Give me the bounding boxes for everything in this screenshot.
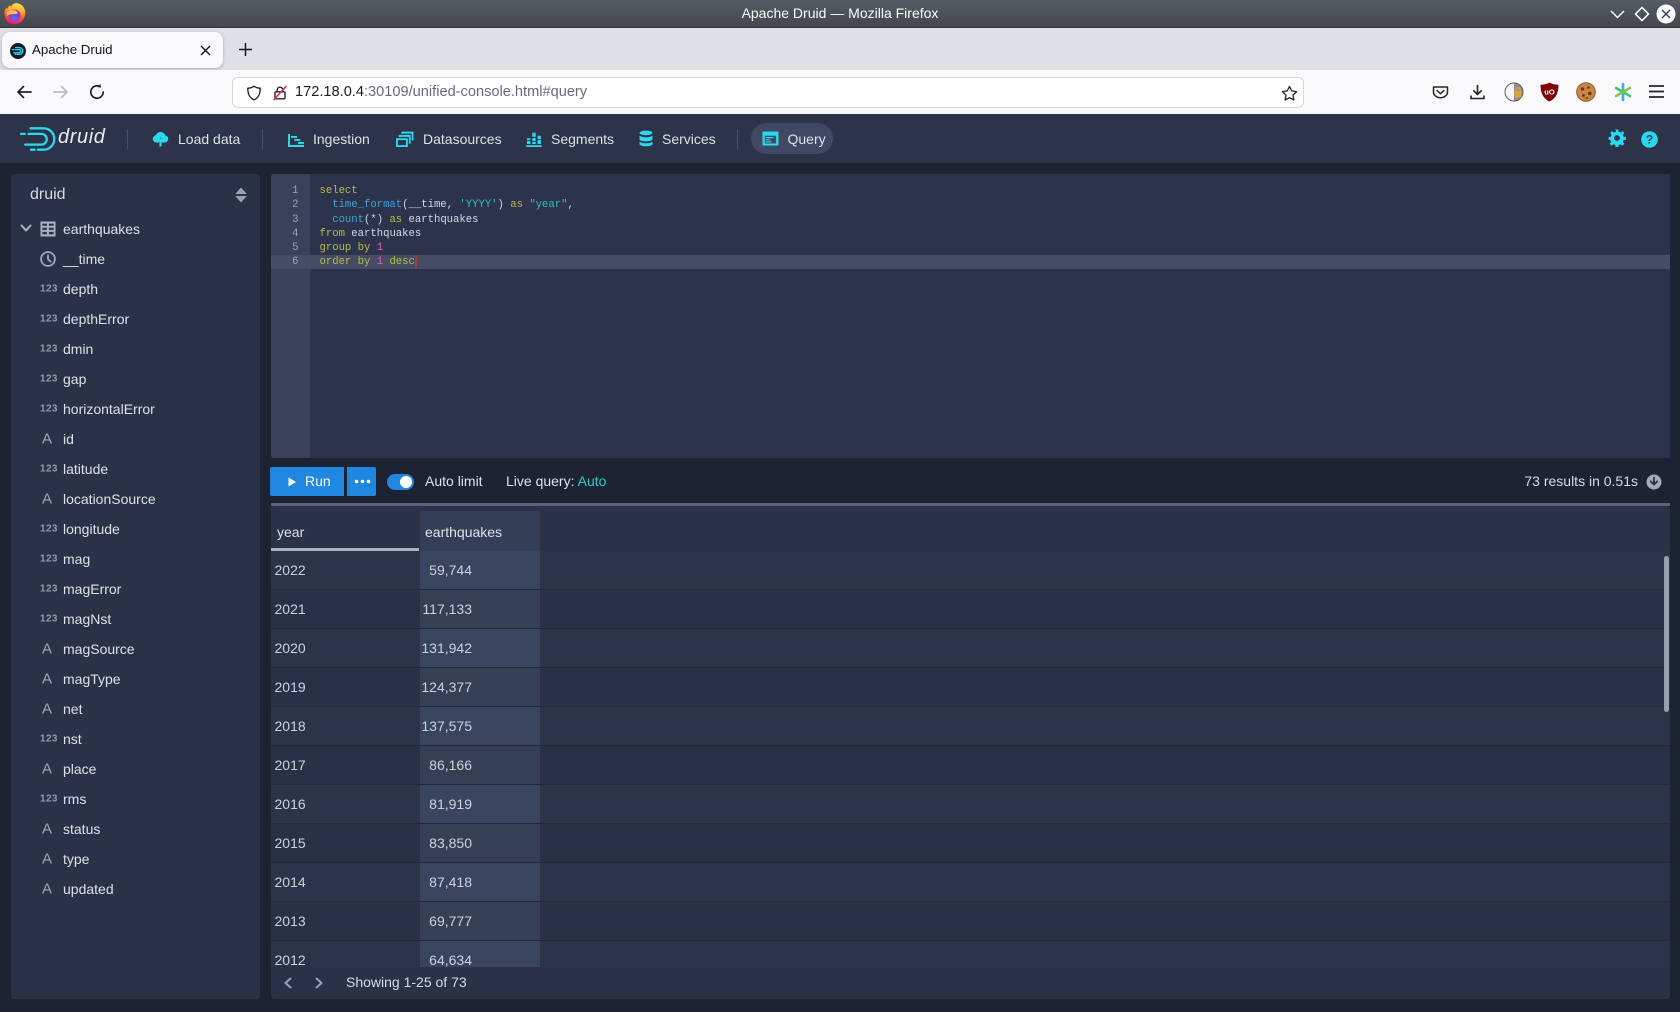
svg-text:?: ? (1645, 132, 1652, 146)
svg-text:uO: uO (1544, 88, 1555, 97)
